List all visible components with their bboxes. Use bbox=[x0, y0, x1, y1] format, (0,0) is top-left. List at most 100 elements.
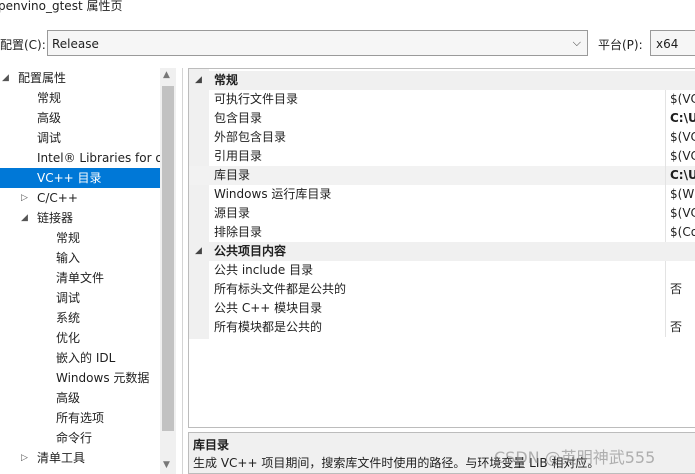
column-divider bbox=[665, 299, 666, 318]
scroll-down-arrow-icon[interactable]: ▼ bbox=[163, 460, 170, 470]
scrollbar-thumb[interactable] bbox=[162, 86, 174, 431]
tree-item-label: 调试 bbox=[37, 131, 62, 145]
pane-splitter[interactable] bbox=[182, 68, 183, 474]
property-row[interactable]: 公共 C++ 模块目录 bbox=[189, 299, 695, 318]
property-row[interactable]: 引用目录 $(VC bbox=[189, 147, 695, 166]
property-name: Windows 运行库目录 bbox=[214, 187, 332, 201]
property-row[interactable]: 排除目录 $(Co bbox=[189, 223, 695, 242]
collapsed-arrow-icon[interactable]: ▷ bbox=[21, 448, 28, 468]
tree-item-manifest-tool[interactable]: ▷ 清单工具 bbox=[0, 448, 160, 468]
property-row[interactable]: 所有模块都是公共的 否 bbox=[189, 318, 695, 337]
category-general[interactable]: ◢ 常规 bbox=[189, 71, 695, 90]
configuration-label: 配置(C): bbox=[0, 38, 46, 52]
description-title: 库目录 bbox=[193, 438, 230, 452]
property-row[interactable]: Windows 运行库目录 $(Wi bbox=[189, 185, 695, 204]
column-divider bbox=[665, 223, 666, 242]
property-row[interactable]: 公共 include 目录 bbox=[189, 261, 695, 280]
column-divider bbox=[665, 109, 666, 128]
tree-item-label: 调试 bbox=[56, 291, 81, 305]
property-name: 排除目录 bbox=[214, 225, 263, 239]
tree-item-debugging[interactable]: 调试 bbox=[0, 128, 160, 148]
property-name: 库目录 bbox=[214, 168, 251, 182]
category-public-project-content[interactable]: ◢ 公共项目内容 bbox=[189, 242, 695, 261]
property-value[interactable]: $(Wi bbox=[670, 185, 695, 204]
property-value[interactable]: $(VC bbox=[670, 147, 695, 166]
property-value[interactable]: 否 bbox=[670, 318, 682, 337]
tree-item-label: VC++ 目录 bbox=[37, 171, 102, 185]
tree-item-vc-directories[interactable]: VC++ 目录 bbox=[0, 168, 160, 188]
property-name: 外部包含目录 bbox=[214, 130, 287, 144]
tree-item-linker-system[interactable]: 系统 bbox=[0, 308, 160, 328]
property-row[interactable]: 外部包含目录 $(VC bbox=[189, 128, 695, 147]
tree-item-label: 链接器 bbox=[37, 211, 74, 225]
platform-value: x64 bbox=[656, 37, 679, 51]
property-value[interactable]: C:\U bbox=[670, 166, 695, 185]
tree-item-config-properties[interactable]: ◢ 配置属性 bbox=[0, 68, 160, 88]
tree-item-label: C/C++ bbox=[37, 191, 78, 205]
expanded-arrow-icon[interactable]: ◢ bbox=[2, 68, 9, 88]
tree-item-label: 配置属性 bbox=[18, 71, 67, 85]
tree-item-linker-all-options[interactable]: 所有选项 bbox=[0, 408, 160, 428]
property-name: 公共 C++ 模块目录 bbox=[214, 301, 323, 315]
property-row[interactable]: 可执行文件目录 $(VC bbox=[189, 90, 695, 109]
tree-item-advanced[interactable]: 高级 bbox=[0, 108, 160, 128]
property-row-selected[interactable]: 库目录 C:\U bbox=[189, 166, 695, 185]
tree-item-label: 系统 bbox=[56, 311, 81, 325]
configuration-value: Release bbox=[52, 37, 99, 51]
tree-item-general[interactable]: 常规 bbox=[0, 88, 160, 108]
tree-item-linker-windows-metadata[interactable]: Windows 元数据 bbox=[0, 368, 160, 388]
column-divider bbox=[665, 185, 666, 204]
property-grid: ◢ 常规 可执行文件目录 $(VC 包含目录 C:\U 外部包含目录 $(VC … bbox=[188, 68, 695, 428]
tree-item-linker-advanced[interactable]: 高级 bbox=[0, 388, 160, 408]
expanded-arrow-icon[interactable]: ◢ bbox=[21, 208, 28, 228]
tree-item-label: 嵌入的 IDL bbox=[56, 351, 116, 365]
property-value[interactable]: C:\U bbox=[670, 109, 695, 128]
property-value[interactable]: $(Co bbox=[670, 223, 695, 242]
expanded-arrow-icon[interactable]: ◢ bbox=[195, 242, 202, 261]
category-label: 常规 bbox=[214, 73, 239, 87]
property-name: 公共 include 目录 bbox=[214, 263, 314, 277]
tree-item-intel-libraries[interactable]: Intel® Libraries for o bbox=[0, 148, 160, 168]
tree-item-label: 高级 bbox=[56, 391, 81, 405]
column-divider bbox=[665, 90, 666, 109]
property-name: 包含目录 bbox=[214, 111, 263, 125]
property-row[interactable]: 所有标头文件都是公共的 否 bbox=[189, 280, 695, 299]
configuration-dropdown[interactable]: Release ⌵ bbox=[47, 30, 588, 56]
expanded-arrow-icon[interactable]: ◢ bbox=[195, 71, 202, 90]
tree-item-linker-general[interactable]: 常规 bbox=[0, 228, 160, 248]
column-divider bbox=[665, 280, 666, 299]
platform-dropdown[interactable]: x64 bbox=[650, 30, 695, 56]
tree-item-linker-optimization[interactable]: 优化 bbox=[0, 328, 160, 348]
tree-item-label: 输入 bbox=[56, 251, 81, 265]
tree-item-linker-manifest[interactable]: 清单文件 bbox=[0, 268, 160, 288]
property-row[interactable]: 源目录 $(VC bbox=[189, 204, 695, 223]
tree-item-label: 所有选项 bbox=[56, 411, 105, 425]
scroll-up-arrow-icon[interactable]: ▲ bbox=[163, 70, 170, 80]
property-value[interactable]: $(VC bbox=[670, 128, 695, 147]
property-value[interactable]: $(VC bbox=[670, 204, 695, 223]
tree-item-label: Intel® Libraries for o bbox=[37, 151, 160, 165]
tree-item-label: 常规 bbox=[37, 91, 62, 105]
tree-item-linker-command-line[interactable]: 命令行 bbox=[0, 428, 160, 448]
property-row[interactable]: 包含目录 C:\U bbox=[189, 109, 695, 128]
tree-item-linker-embedded-idl[interactable]: 嵌入的 IDL bbox=[0, 348, 160, 368]
tree-item-linker-input[interactable]: 输入 bbox=[0, 248, 160, 268]
tree-item-label: 命令行 bbox=[56, 431, 93, 445]
tree-item-linker-debugging[interactable]: 调试 bbox=[0, 288, 160, 308]
collapsed-arrow-icon[interactable]: ▷ bbox=[21, 188, 28, 208]
tree-item-label: 优化 bbox=[56, 331, 81, 345]
tree-item-linker[interactable]: ◢ 链接器 bbox=[0, 208, 160, 228]
watermark: CSDN @英明神武555 bbox=[494, 448, 656, 467]
property-value[interactable]: 否 bbox=[670, 280, 682, 299]
tree-item-label: 清单工具 bbox=[37, 451, 86, 465]
window-title-bar: penvino_gtest 属性页 bbox=[0, 0, 695, 18]
column-divider bbox=[665, 128, 666, 147]
platform-label: 平台(P): bbox=[598, 38, 643, 52]
tree-item-label: 高级 bbox=[37, 111, 62, 125]
property-name: 引用目录 bbox=[214, 149, 263, 163]
column-divider bbox=[665, 147, 666, 166]
property-value[interactable]: $(VC bbox=[670, 90, 695, 109]
tree-item-c-cpp[interactable]: ▷ C/C++ bbox=[0, 188, 160, 208]
tree-scrollbar[interactable]: ▲ ▼ bbox=[160, 68, 176, 474]
property-tree: ◢ 配置属性 常规 高级 调试 Intel® Libraries for o V… bbox=[0, 68, 176, 474]
